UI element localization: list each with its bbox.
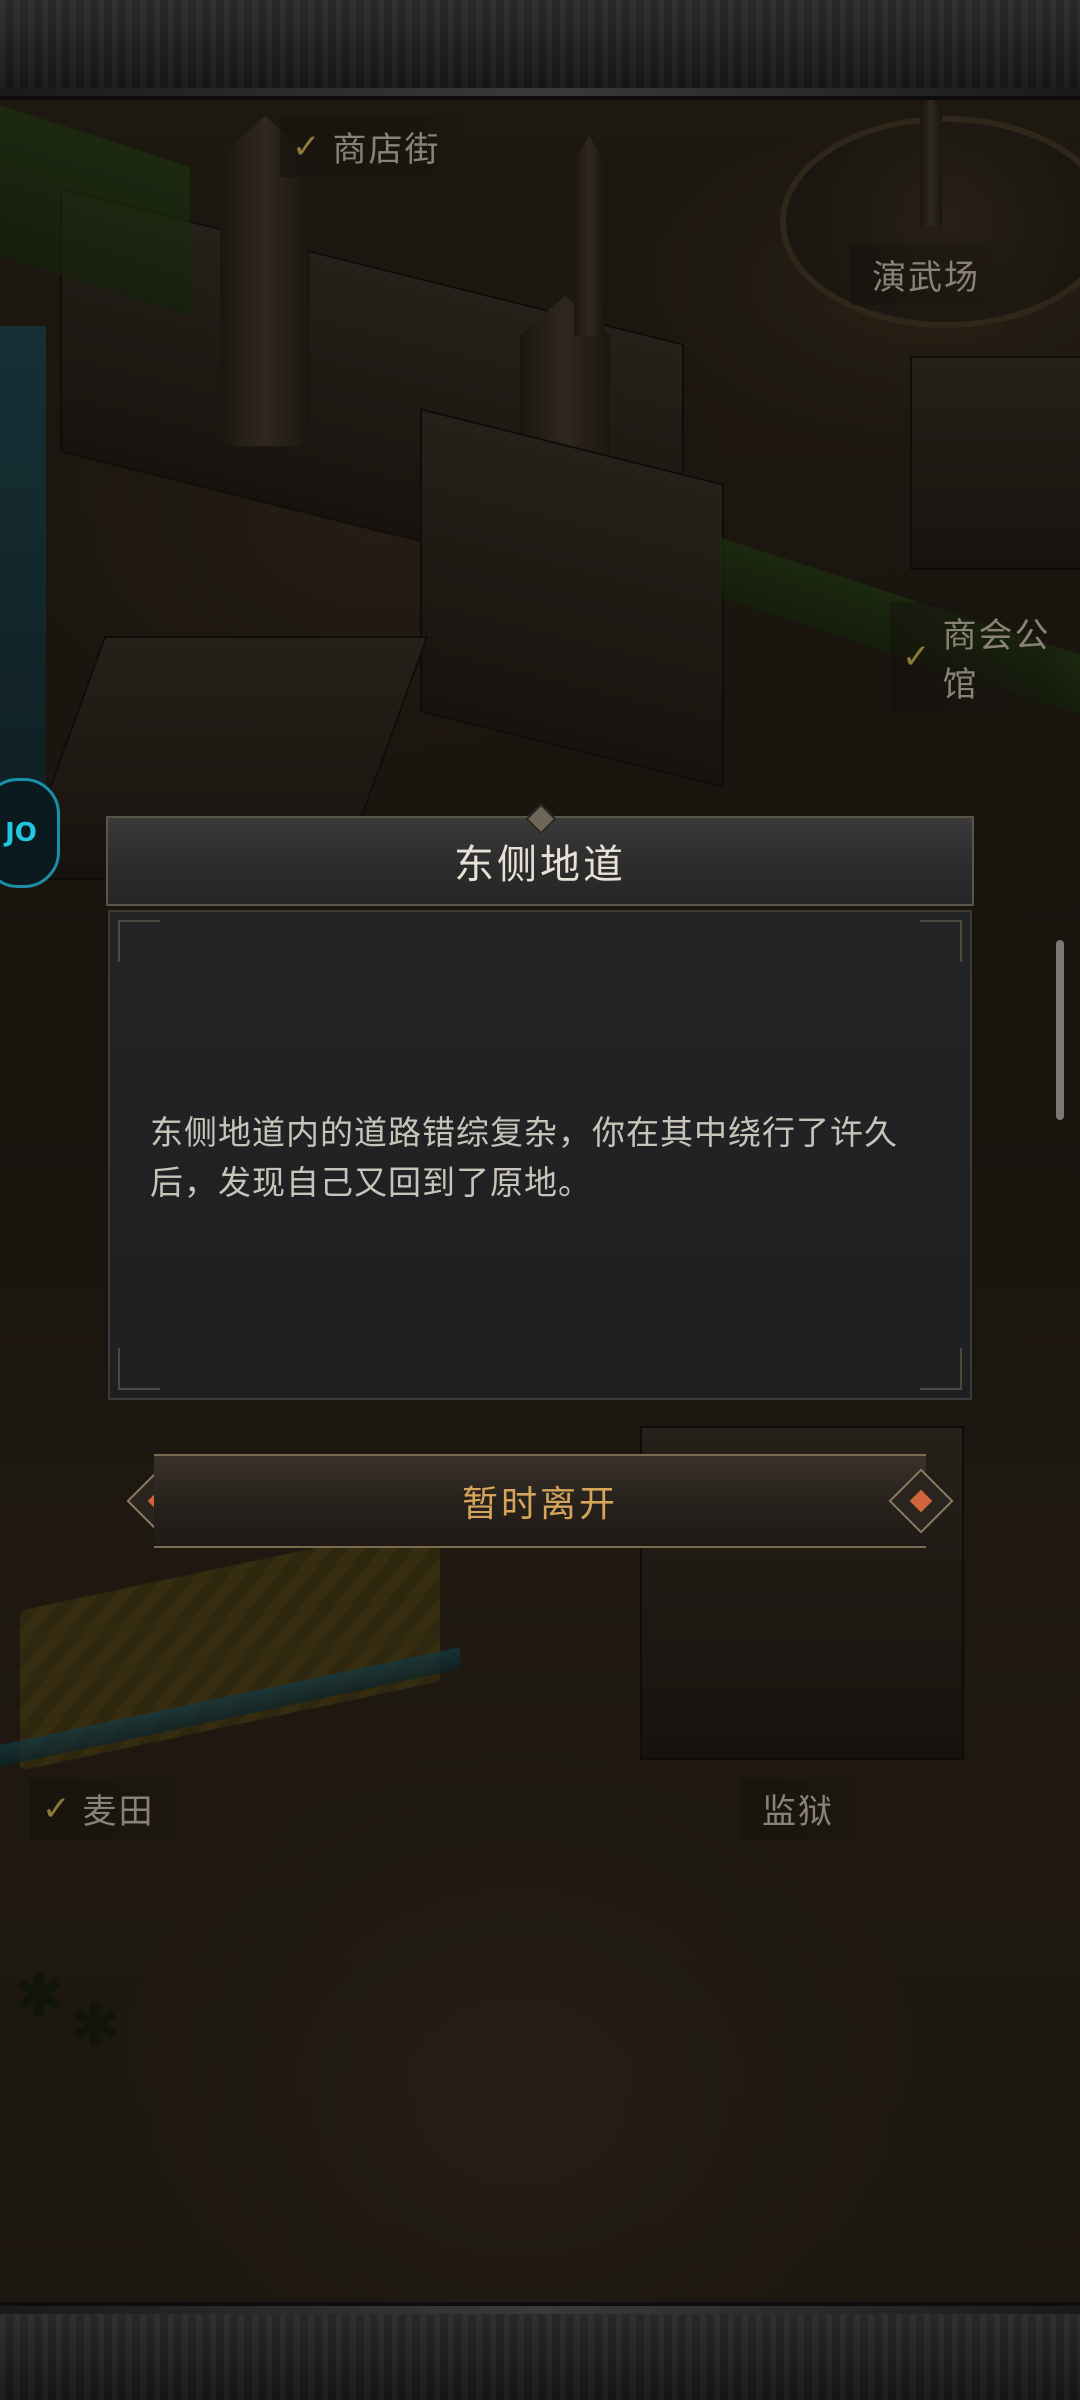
check-icon: ✓ (292, 126, 323, 167)
side-badge-text: JO (5, 818, 37, 848)
leave-button-label: 暂时离开 (461, 1484, 618, 1525)
game-screen: ✱ ✱ ✓ 商店街 演武场 ✓ 商会公馆 ✓ 麦田 监狱 JO 东侧地道 东侧地… (0, 0, 1080, 2400)
check-icon: ✓ (902, 637, 933, 677)
scrollbar[interactable] (1056, 940, 1064, 1120)
map-label-prison[interactable]: 监狱 (740, 1778, 860, 1839)
map-label-text: 商会公馆 (942, 616, 1051, 705)
bottom-frame-border (0, 2302, 1080, 2400)
map-label-text: 商店街 (332, 130, 441, 170)
dialog-message: 东侧地道内的道路错综复杂，你在其中绕行了许久后，发现自己又回到了原地。 (150, 1113, 898, 1202)
map-label-wheat-field[interactable]: ✓ 麦田 (30, 1778, 181, 1839)
side-floating-badge[interactable]: JO (0, 778, 60, 888)
map-label-text: 麦田 (82, 1792, 155, 1832)
corner-ornament (920, 920, 962, 962)
dialog-body: 东侧地道内的道路错综复杂，你在其中绕行了许久后，发现自己又回到了原地。 (108, 910, 972, 1400)
dialog-header: 东侧地道 (106, 816, 974, 906)
leave-button-body[interactable]: 暂时离开 (154, 1454, 926, 1548)
check-icon: ✓ (42, 1788, 73, 1829)
map-label-shop-street[interactable]: ✓ 商店街 (280, 116, 467, 177)
top-frame-border (0, 0, 1080, 100)
corner-ornament (118, 920, 160, 962)
map-label-text: 监狱 (762, 1792, 834, 1832)
map-label-arena[interactable]: 演武场 (850, 244, 1006, 305)
corner-ornament (118, 1348, 160, 1390)
corner-ornament (920, 1348, 962, 1390)
map-label-merchant-guild[interactable]: ✓ 商会公馆 (890, 602, 1080, 712)
event-dialog: 东侧地道 东侧地道内的道路错综复杂，你在其中绕行了许久后，发现自己又回到了原地。 (106, 816, 974, 1402)
leave-button[interactable]: 暂时离开 (118, 1454, 962, 1548)
dialog-title: 东侧地道 (454, 842, 626, 888)
map-label-text: 演武场 (872, 258, 980, 298)
diamond-ornament-icon (886, 1466, 956, 1536)
